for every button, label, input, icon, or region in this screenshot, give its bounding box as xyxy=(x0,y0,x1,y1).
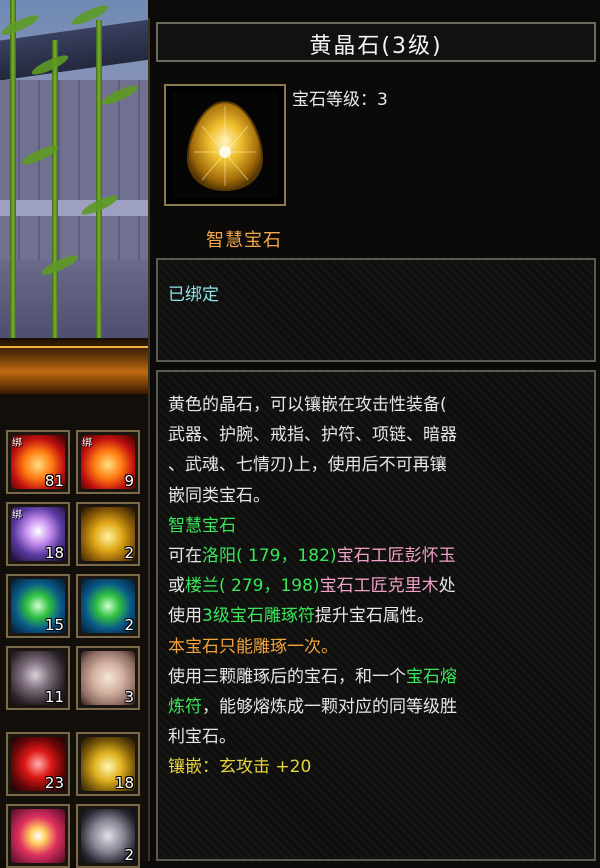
inventory-slot[interactable]: 2 xyxy=(76,502,140,566)
item-count: 11 xyxy=(44,688,64,706)
gem-level-value: 3 xyxy=(377,90,388,110)
item-title: 黄晶石(3级) xyxy=(309,34,443,59)
building-wall xyxy=(0,80,148,260)
text: 使用三颗雕琢后的宝石，和一个 xyxy=(168,666,406,687)
bound-mark: 绑 xyxy=(12,510,22,521)
desc-line: 嵌同类宝石。 xyxy=(168,485,270,506)
window-header-bar xyxy=(0,338,148,394)
item-link[interactable]: 炼符 xyxy=(168,697,202,717)
item-count: 2 xyxy=(124,616,134,634)
coords-link[interactable]: ( 279，198) xyxy=(219,576,320,596)
inventory-slot[interactable]: 15 xyxy=(6,574,70,638)
gem-type-line: 智慧宝石 xyxy=(168,515,236,536)
item-description: 黄色的晶石，可以镶嵌在攻击性装备( 武器、护腕、戒指、护符、项链、暗器 、武魂、… xyxy=(168,390,588,783)
item-count: 15 xyxy=(44,616,64,634)
usage-line: 使用3级宝石雕琢符提升宝石属性。 xyxy=(168,601,588,631)
coords-link[interactable]: ( 179，182) xyxy=(236,546,337,566)
gem-level-label: 宝石等级： xyxy=(292,90,377,110)
item-count: 9 xyxy=(124,472,134,490)
fusion-line-3: 利宝石。 xyxy=(168,727,236,748)
fusion-line-1: 使用三颗雕琢后的宝石，和一个宝石熔 xyxy=(168,662,588,692)
text: ，能够熔炼成一颗对应的同等级胜 xyxy=(202,697,457,718)
inlay-label: 镶嵌： xyxy=(168,757,219,778)
desc-line: 、武魂、七情刃)上，使用后不可再镶 xyxy=(168,455,447,476)
desc-line: 武器、护腕、戒指、护符、项链、暗器 xyxy=(168,425,457,446)
item-count: 81 xyxy=(44,472,64,490)
inventory-slot[interactable]: 2 xyxy=(76,574,140,638)
item-count: 2 xyxy=(124,846,134,864)
text: 或 xyxy=(168,576,185,597)
bamboo-leaf xyxy=(0,12,41,38)
bamboo-stalk xyxy=(10,0,16,338)
railing xyxy=(0,200,148,216)
inventory-slot[interactable]: 绑 18 xyxy=(6,502,70,566)
inventory-slot[interactable]: 绑 9 xyxy=(76,430,140,494)
bind-status-panel: 已绑定 xyxy=(156,258,596,362)
npc-link[interactable]: 宝石工匠克里木 xyxy=(320,576,439,596)
item-count: 2 xyxy=(124,544,134,562)
fusion-line-2: 炼符，能够熔炼成一颗对应的同等级胜 xyxy=(168,692,588,722)
inventory-slot[interactable]: 23 xyxy=(6,732,70,796)
item-count: 3 xyxy=(124,688,134,706)
item-count: 18 xyxy=(44,544,64,562)
item-link[interactable]: 3级宝石雕琢符 xyxy=(202,606,315,626)
text: 处 xyxy=(438,576,456,597)
inventory-slot[interactable]: 2 xyxy=(76,804,140,868)
desc-line: 黄色的晶石，可以镶嵌在攻击性装备( xyxy=(168,395,447,415)
bamboo-stalk xyxy=(52,40,58,338)
item-icon-frame xyxy=(164,84,286,206)
item-count: 23 xyxy=(44,774,64,792)
text: 使用 xyxy=(168,606,202,627)
item-count: 18 xyxy=(114,774,134,792)
inventory-slot[interactable]: 3 xyxy=(76,646,140,710)
inventory-slot[interactable]: 18 xyxy=(76,732,140,796)
ground xyxy=(0,260,148,338)
inventory-slot[interactable]: 11 xyxy=(6,646,70,710)
inventory-grid: 绑 81 绑 9 绑 18 2 15 2 11 3 23 18 2 xyxy=(0,394,148,868)
bamboo-leaf xyxy=(69,2,111,28)
bound-mark: 绑 xyxy=(12,438,22,449)
city-link[interactable]: 楼兰 xyxy=(185,576,219,596)
bound-mark: 绑 xyxy=(82,438,92,449)
gem-category: 智慧宝石 xyxy=(206,230,282,251)
tooltip-title-bar: 黄晶石(3级) xyxy=(156,22,596,62)
bound-status: 已绑定 xyxy=(168,285,219,305)
inlay-value: +20 xyxy=(275,757,312,778)
item-link[interactable]: 宝石熔 xyxy=(406,667,457,687)
item-tooltip: 黄晶石(3级) 宝石等级：3 智慧宝石 已绑定 黄色的晶石，可以镶嵌在攻击性装备… xyxy=(148,18,600,861)
background-scene xyxy=(0,0,148,338)
inventory-slot[interactable]: 绑 81 xyxy=(6,430,70,494)
npc-link[interactable]: 宝石工匠彭怀玉 xyxy=(337,546,456,566)
warning-line: 本宝石只能雕琢一次。 xyxy=(168,636,338,657)
location-line-1: 可在洛阳( 179，182)宝石工匠彭怀玉 xyxy=(168,541,588,571)
sun-orb-icon xyxy=(11,809,65,863)
city-link[interactable]: 洛阳 xyxy=(202,546,236,566)
text: 提升宝石属性。 xyxy=(314,606,434,627)
description-panel: 黄色的晶石，可以镶嵌在攻击性装备( 武器、护腕、戒指、护符、项链、暗器 、武魂、… xyxy=(156,370,596,861)
location-line-2: 或楼兰( 279，198)宝石工匠克里木处 xyxy=(168,571,588,601)
yellow-gem-icon xyxy=(186,100,264,192)
inventory-slot[interactable] xyxy=(6,804,70,868)
text: 可在 xyxy=(168,546,202,567)
inlay-stat-line: 镶嵌：玄攻击 +20 xyxy=(168,752,588,782)
bamboo-stalk xyxy=(96,20,102,338)
gem-level: 宝石等级：3 xyxy=(292,85,388,110)
inlay-stat: 玄攻击 xyxy=(219,757,270,778)
